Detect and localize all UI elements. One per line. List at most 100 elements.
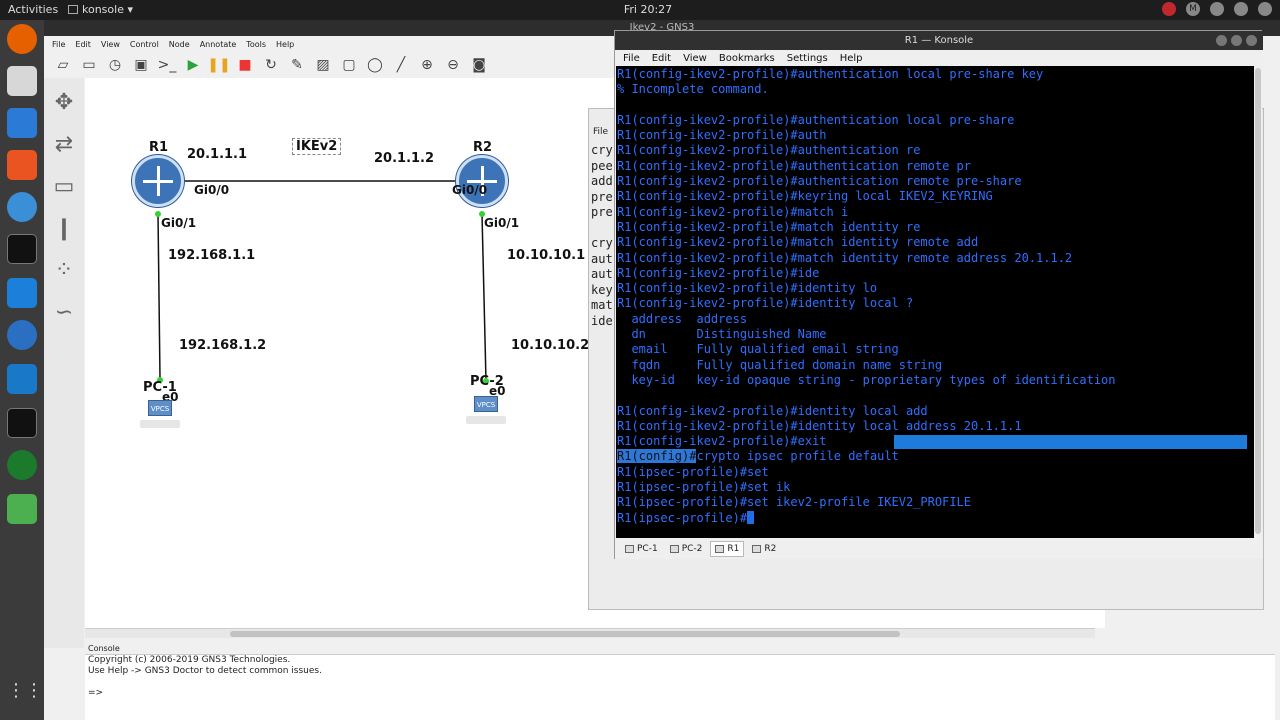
menu-edit[interactable]: Edit — [75, 40, 91, 49]
gns3-menubar: File Edit View Control Node Annotate Too… — [44, 36, 644, 52]
add-link-icon[interactable]: ∽ — [49, 298, 79, 328]
pc1-ip[interactable]: 192.168.1.2 — [179, 338, 266, 353]
r1-label[interactable]: R1 — [149, 140, 168, 155]
start-icon[interactable]: ▶ — [182, 54, 204, 76]
gns3-console[interactable]: Copyright (c) 2006-2019 GNS3 Technologie… — [85, 655, 1275, 720]
menu-view[interactable]: View — [101, 40, 120, 49]
ellipse-icon[interactable]: ◯ — [364, 54, 386, 76]
timer-icon[interactable]: ◷ — [104, 54, 126, 76]
canvas-hscrollbar[interactable] — [85, 628, 1095, 638]
pause-icon[interactable]: ❚❚ — [207, 54, 230, 76]
bg-menu-file[interactable]: File — [589, 127, 608, 137]
zoom-in-icon[interactable]: ⊕ — [416, 54, 438, 76]
menu-control[interactable]: Control — [130, 40, 159, 49]
software-icon[interactable] — [7, 150, 37, 180]
pc1-device[interactable]: VPCS — [140, 392, 180, 442]
menu-tools[interactable]: Tools — [246, 40, 266, 49]
menu-node[interactable]: Node — [169, 40, 190, 49]
pc2-ip[interactable]: 10.10.10.2 — [511, 338, 589, 353]
console-prompt[interactable]: => — [88, 688, 1272, 699]
menu-help[interactable]: Help — [276, 40, 294, 49]
device-panel: ✥ ⇄ ▭ ❙ ⁘ ∽ — [44, 78, 84, 648]
selected-prompt: R1(config)# — [617, 449, 697, 464]
volume-icon[interactable] — [1234, 2, 1248, 16]
routers-icon[interactable]: ⇄ — [49, 130, 79, 160]
all-devices-icon[interactable]: ⁘ — [49, 256, 79, 286]
r1-wan-ip[interactable]: 20.1.1.1 — [187, 147, 247, 162]
r2-lan-ip[interactable]: 10.10.10.1 — [507, 248, 585, 263]
files-icon[interactable] — [7, 66, 37, 96]
menu-settings[interactable]: Settings — [787, 53, 828, 64]
scroll-thumb[interactable] — [1255, 68, 1261, 534]
terminal-output[interactable]: R1(config-ikev2-profile)#authentication … — [616, 66, 1254, 538]
show-apps-icon[interactable]: ⋮⋮ — [7, 680, 43, 710]
writer-icon[interactable] — [7, 108, 37, 138]
console-line: Use Help -> GNS3 Doctor to detect common… — [88, 666, 322, 676]
menu-file[interactable]: File — [623, 53, 640, 64]
console-icon[interactable]: >_ — [156, 54, 178, 76]
help-icon[interactable] — [7, 192, 37, 222]
r2-label[interactable]: R2 — [473, 140, 492, 155]
terminal-icon[interactable] — [7, 234, 37, 264]
power-icon[interactable] — [1258, 2, 1272, 16]
vmware-icon[interactable] — [7, 364, 37, 394]
terminal-tab-icon — [625, 544, 634, 553]
tab-pc2[interactable]: PC-2 — [666, 542, 707, 556]
line-icon[interactable]: ╱ — [390, 54, 412, 76]
konsole-titlebar[interactable]: R1 — Konsole — [615, 31, 1263, 50]
tab-r2[interactable]: R2 — [748, 542, 780, 556]
end-devices-icon[interactable]: ▭ — [49, 172, 79, 202]
r2-wan-ip[interactable]: 20.1.1.2 — [374, 151, 434, 166]
network-icon[interactable] — [1210, 2, 1224, 16]
zoom-out-icon[interactable]: ⊖ — [442, 54, 464, 76]
clock[interactable]: Fri 20:27 — [618, 3, 678, 16]
scroll-thumb[interactable] — [230, 631, 900, 637]
edit-icon[interactable]: ✎ — [286, 54, 308, 76]
maximize-icon[interactable] — [1231, 35, 1242, 46]
stop-icon[interactable]: ■ — [234, 54, 256, 76]
text-selection — [894, 435, 1247, 449]
menu-annotate[interactable]: Annotate — [200, 40, 237, 49]
menu-view[interactable]: View — [683, 53, 707, 64]
menu-file[interactable]: File — [52, 40, 65, 49]
open-icon[interactable]: ▭ — [78, 54, 100, 76]
ikev2-note[interactable]: IKEv2 — [292, 138, 342, 155]
new-project-icon[interactable]: ▱ — [52, 54, 74, 76]
virtualbox-icon[interactable] — [7, 278, 37, 308]
text-cursor — [747, 510, 755, 524]
user-icon[interactable]: M — [1186, 2, 1200, 16]
rectangle-icon[interactable]: ▢ — [338, 54, 360, 76]
app-menu[interactable]: konsole ▾ — [68, 3, 133, 16]
snapshot-icon[interactable]: ▣ — [130, 54, 152, 76]
move-icon[interactable]: ✥ — [49, 88, 79, 118]
activities-button[interactable]: Activities — [8, 3, 58, 16]
console-dock-title: Console — [85, 644, 1275, 655]
record-icon[interactable] — [1162, 2, 1176, 16]
image-icon[interactable]: ▨ — [312, 54, 334, 76]
firefox-icon[interactable] — [7, 24, 37, 54]
menu-help[interactable]: Help — [840, 53, 863, 64]
tab-r1[interactable]: R1 — [710, 540, 745, 557]
router-r2[interactable] — [456, 155, 508, 207]
konsole-window: R1 — Konsole File Edit View Bookmarks Se… — [614, 30, 1263, 559]
konsole-icon[interactable] — [7, 408, 37, 438]
system-tray[interactable]: M — [1162, 2, 1272, 16]
tab-pc1[interactable]: PC-1 — [621, 542, 662, 556]
pc-base — [140, 420, 180, 428]
router-r1[interactable] — [132, 155, 184, 207]
menu-bookmarks[interactable]: Bookmarks — [719, 53, 775, 64]
close-icon[interactable] — [1246, 35, 1257, 46]
menu-edit[interactable]: Edit — [652, 53, 671, 64]
reload-icon[interactable]: ↻ — [260, 54, 282, 76]
screenshot-icon[interactable]: ◙ — [468, 54, 490, 76]
security-devices-icon[interactable]: ❙ — [49, 214, 79, 244]
minimize-icon[interactable] — [1216, 35, 1227, 46]
r2-gi00-label: Gi0/0 — [452, 183, 488, 197]
gns3-icon[interactable] — [7, 450, 37, 480]
terminal-scrollbar[interactable] — [1254, 66, 1262, 538]
top-bar: Activities konsole ▾ Fri 20:27 M — [0, 0, 1280, 20]
leaf-icon[interactable] — [7, 494, 37, 524]
sync-icon[interactable] — [7, 320, 37, 350]
pc2-device[interactable]: VPCS — [466, 388, 506, 438]
r1-lan-ip[interactable]: 192.168.1.1 — [168, 248, 255, 263]
